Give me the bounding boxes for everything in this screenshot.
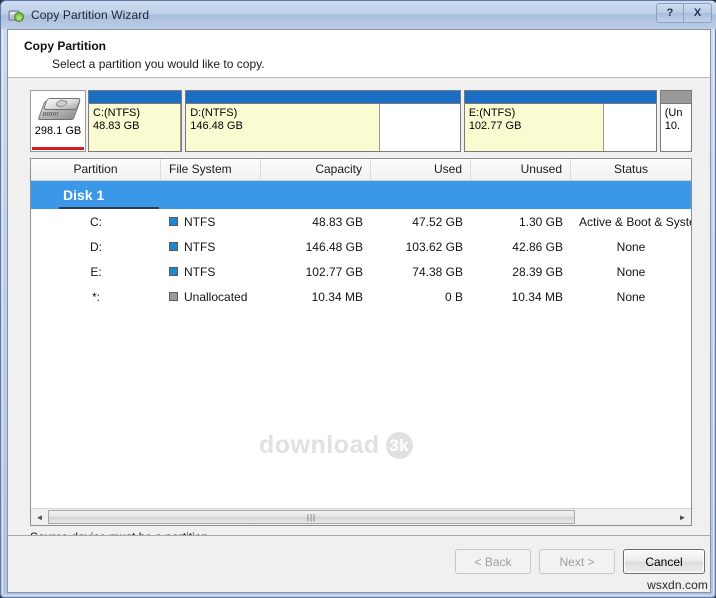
cell-partition: D: [90, 239, 102, 254]
table-header-row: Partition File System Capacity Used Unus… [31, 159, 691, 181]
partition-size: 102.77 GB [468, 120, 522, 132]
partition-body: D:(NTFS) 146.48 GB [186, 104, 460, 151]
partition-label: C:(NTFS) [93, 107, 141, 119]
partition-size: 48.83 GB [93, 120, 140, 132]
partition-block-c[interactable]: C:(NTFS) 48.83 GB [88, 90, 183, 152]
cell-unused: 1.30 GB [518, 214, 563, 229]
disk-icon-cell[interactable]: 298.1 GB [30, 90, 86, 152]
cell-used: 74.38 GB [412, 264, 463, 279]
cell-status: Active & Boot & Syste [579, 214, 691, 229]
download3k-watermark: download 3k [259, 431, 413, 460]
client-area: Copy Partition Select a partition you wo… [7, 29, 711, 544]
filesystem-color-swatch-icon [169, 292, 178, 301]
cell-partition: *: [91, 289, 100, 304]
scrollbar-grip-icon: ||| [306, 512, 317, 522]
cell-used: 0 B [444, 289, 463, 304]
title-bar[interactable]: Copy Partition Wizard ? X [1, 1, 716, 29]
cell-capacity: 48.83 GB [312, 214, 363, 229]
watermark-badge: 3k [385, 432, 413, 459]
partition-table[interactable]: Partition File System Capacity Used Unus… [30, 158, 692, 526]
partition-bar [464, 91, 656, 104]
partition-block-d[interactable]: D:(NTFS) 146.48 GB [185, 90, 461, 152]
column-header-status[interactable]: Status [571, 159, 691, 180]
cell-file-system: NTFS [161, 215, 261, 229]
cell-capacity: 102.77 GB [305, 264, 363, 279]
site-watermark: wsxdn.com [647, 578, 708, 592]
table-row[interactable]: *: Unallocated 10.34 MB 0 B 10.34 MB Non… [31, 284, 691, 309]
horizontal-scrollbar[interactable]: ◄ ||| ► [31, 508, 691, 525]
cell-unused: 10.34 MB [511, 289, 563, 304]
scroll-left-arrow-icon[interactable]: ◄ [31, 509, 48, 525]
cell-partition: E: [90, 264, 102, 279]
partition-strip: C:(NTFS) 48.83 GB D:(NTFS) 146.48 GB E:(… [88, 90, 692, 152]
disk-map[interactable]: 298.1 GB C:(NTFS) 48.83 GB D:(NTFS) 146.… [30, 90, 692, 152]
partition-label: E:(NTFS) [468, 107, 516, 119]
close-button[interactable]: X [684, 3, 712, 23]
cell-used: 47.52 GB [412, 214, 463, 229]
cell-file-system-label: Unallocated [184, 289, 248, 304]
partition-size: 146.48 GB [190, 120, 243, 132]
cell-file-system: Unallocated [161, 290, 261, 304]
partition-size: 10. [664, 120, 681, 132]
partition-label: D:(NTFS) [190, 107, 238, 119]
disk-group-underline [59, 207, 159, 209]
cell-file-system: NTFS [161, 240, 261, 254]
scrollbar-track[interactable]: ||| [48, 509, 674, 525]
partition-bar [186, 91, 460, 104]
cell-status: None [616, 289, 646, 304]
table-row[interactable]: E: NTFS 102.77 GB 74.38 GB 28.39 GB None [31, 259, 691, 284]
cell-used: 103.62 GB [405, 239, 463, 254]
cell-unused: 42.86 GB [512, 239, 563, 254]
scroll-right-arrow-icon[interactable]: ► [674, 509, 691, 525]
partition-block-e[interactable]: E:(NTFS) 102.77 GB [463, 90, 657, 152]
next-button[interactable]: Next > [539, 549, 615, 574]
partition-block-unallocated[interactable]: (Un 10. [659, 90, 692, 152]
cell-file-system-label: NTFS [184, 264, 216, 279]
window-title: Copy Partition Wizard [31, 8, 150, 22]
partition-label: (Un [664, 107, 683, 119]
column-header-used[interactable]: Used [371, 159, 471, 180]
scrollbar-thumb[interactable]: ||| [48, 510, 575, 524]
column-header-capacity[interactable]: Capacity [261, 159, 371, 180]
column-header-partition[interactable]: Partition [31, 159, 161, 180]
watermark-text: download [259, 431, 380, 459]
filesystem-color-swatch-icon [169, 242, 178, 251]
app-partition-icon [8, 7, 24, 23]
column-header-file-system[interactable]: File System [161, 159, 261, 180]
partition-bar [660, 91, 691, 104]
cell-unused: 28.39 GB [512, 264, 563, 279]
disk-capacity-label: 298.1 GB [34, 125, 82, 137]
cell-file-system: NTFS [161, 265, 261, 279]
column-header-unused[interactable]: Unused [471, 159, 571, 180]
hard-disk-icon [37, 98, 82, 123]
page-title: Copy Partition [24, 39, 107, 53]
table-group-row-disk1[interactable]: Disk 1 [31, 181, 691, 209]
page-header: Copy Partition Select a partition you wo… [8, 30, 710, 78]
cell-partition: C: [90, 214, 102, 229]
disk-selected-indicator [32, 147, 84, 150]
copy-partition-wizard-window: Copy Partition Wizard ? X Copy Partition… [0, 0, 716, 598]
cell-file-system-label: NTFS [184, 239, 216, 254]
disk-group-label: Disk 1 [63, 187, 105, 203]
cell-status: None [616, 239, 646, 254]
partition-body: (Un 10. [660, 104, 691, 151]
cancel-button[interactable]: Cancel [623, 549, 705, 574]
cell-file-system-label: NTFS [184, 214, 216, 229]
partition-body: C:(NTFS) 48.83 GB [89, 104, 182, 151]
table-row[interactable]: D: NTFS 146.48 GB 103.62 GB 42.86 GB Non… [31, 234, 691, 259]
page-subtitle: Select a partition you would like to cop… [52, 57, 265, 71]
cell-capacity: 146.48 GB [305, 239, 363, 254]
back-button[interactable]: < Back [455, 549, 531, 574]
help-button[interactable]: ? [656, 3, 684, 23]
filesystem-color-swatch-icon [169, 267, 178, 276]
dialog-button-bar: < Back Next > Cancel wsxdn.com [7, 535, 711, 593]
window-controls: ? X [656, 3, 712, 23]
partition-body: E:(NTFS) 102.77 GB [464, 104, 656, 151]
filesystem-color-swatch-icon [169, 217, 178, 226]
table-row[interactable]: C: NTFS 48.83 GB 47.52 GB 1.30 GB Active… [31, 209, 691, 234]
cell-capacity: 10.34 MB [311, 289, 363, 304]
cell-status: None [616, 264, 646, 279]
partition-bar [89, 91, 182, 104]
